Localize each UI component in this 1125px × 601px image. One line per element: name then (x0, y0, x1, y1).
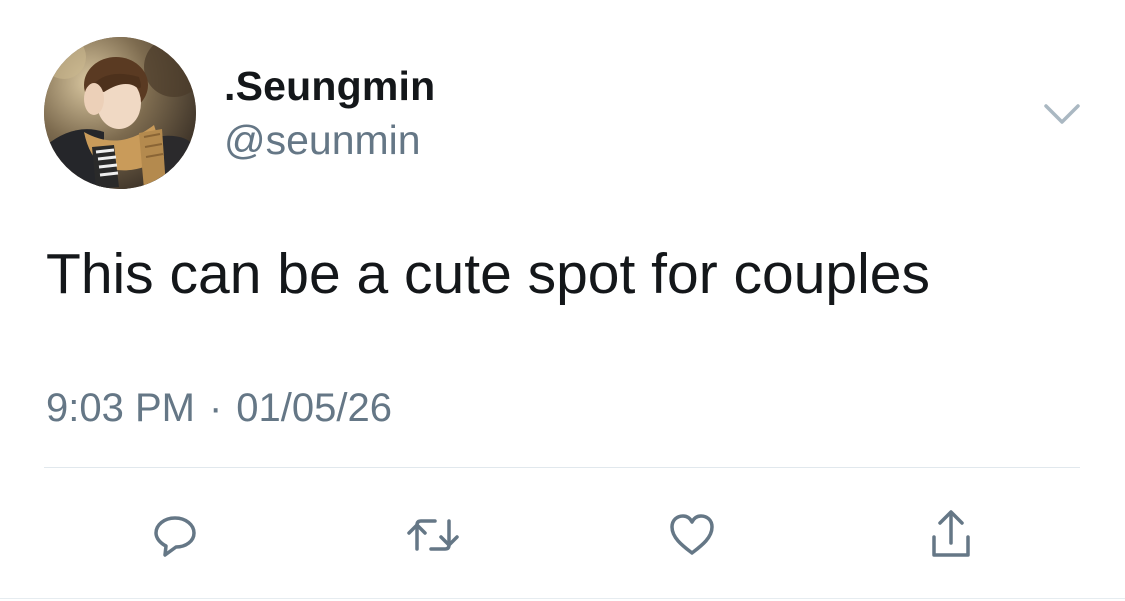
chevron-down-icon[interactable] (1040, 96, 1084, 132)
share-icon (932, 510, 970, 557)
display-name[interactable]: .Seungmin (224, 62, 435, 111)
tweet-text: This can be a cute spot for couples (46, 242, 931, 306)
reply-button[interactable] (140, 500, 210, 570)
tweet-metadata: 9:03 PM · 01/05/26 (46, 384, 392, 432)
share-button[interactable] (916, 500, 986, 570)
tweet-time: 9:03 PM (46, 386, 195, 430)
separator-dot: · (208, 386, 223, 430)
bottom-divider (0, 598, 1125, 599)
user-handle[interactable]: @seunmin (224, 116, 421, 165)
profile-photo (44, 37, 196, 189)
divider (44, 467, 1080, 468)
avatar[interactable] (44, 37, 196, 189)
tweet-date: 01/05/26 (236, 386, 392, 430)
retweet-button[interactable] (398, 500, 468, 570)
retweet-icon (407, 519, 459, 551)
reply-icon (154, 516, 196, 557)
heart-icon (670, 514, 714, 555)
like-button[interactable] (657, 500, 727, 570)
